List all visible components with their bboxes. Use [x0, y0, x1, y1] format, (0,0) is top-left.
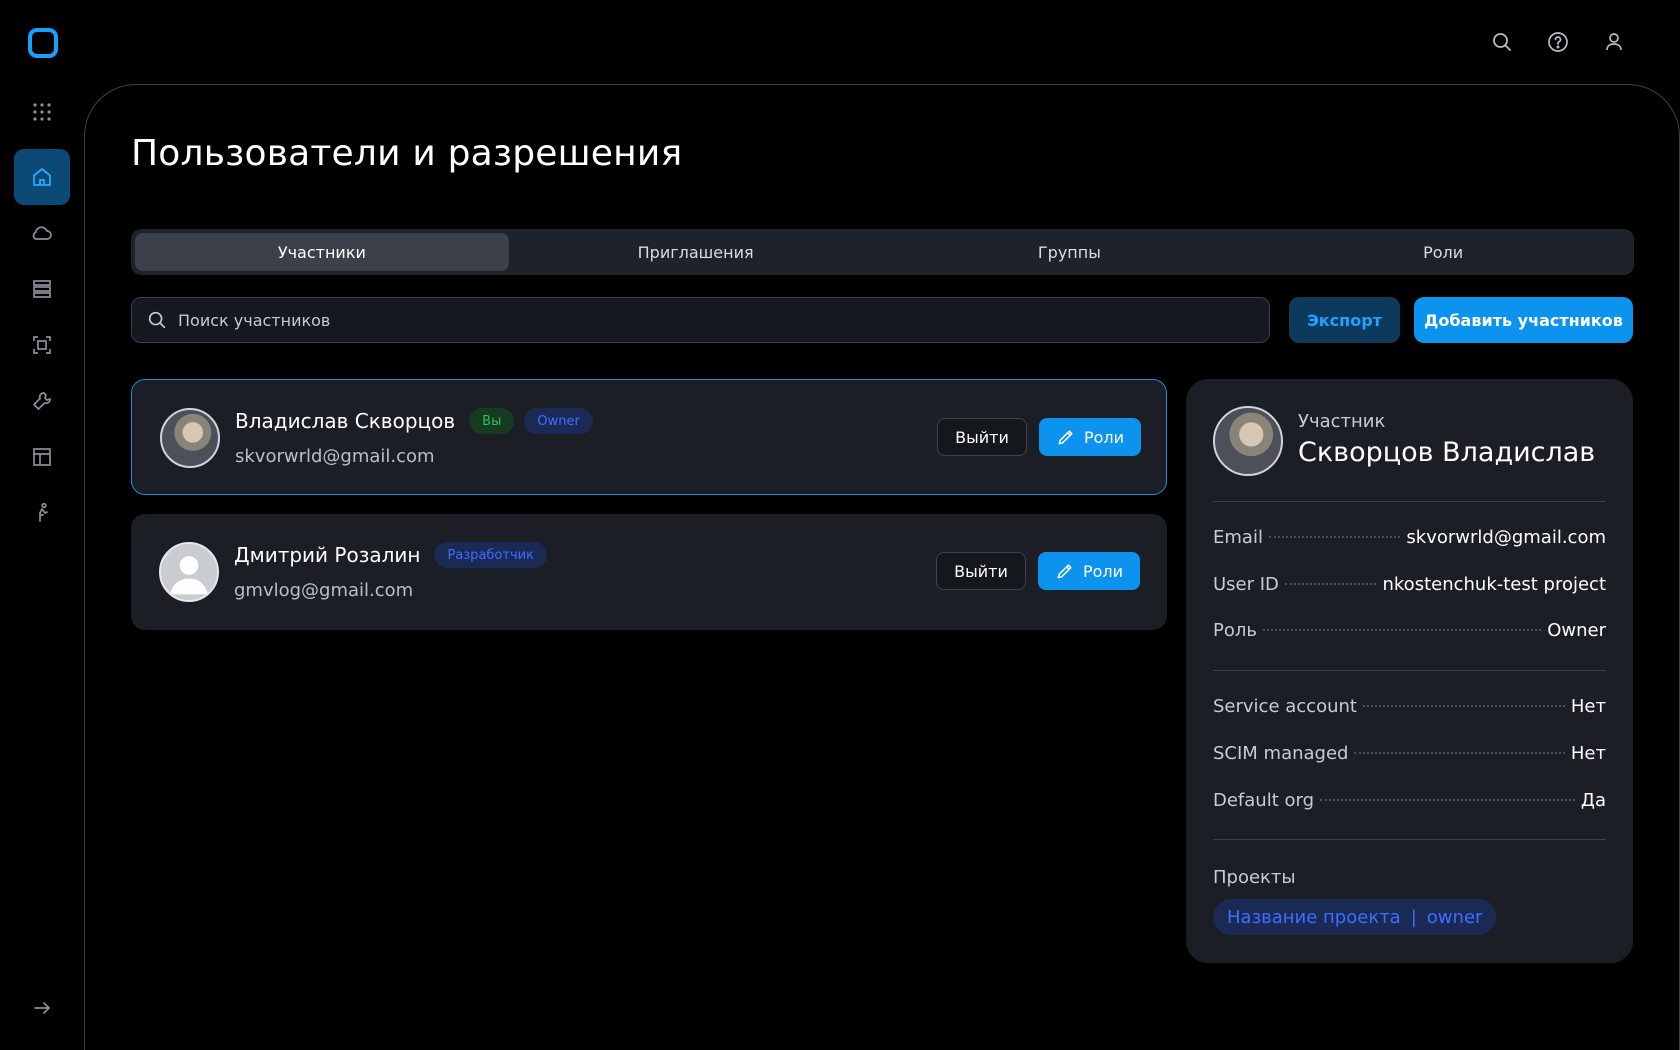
frame-icon	[33, 336, 51, 354]
detail-value: Да	[1580, 790, 1606, 811]
project-chip[interactable]: Название проекта | owner	[1213, 899, 1497, 935]
roles-button-label: Роли	[1083, 427, 1125, 447]
detail-row-service-account: Service account Нет	[1213, 696, 1606, 720]
detail-row-user-id: User ID nkostenchuk-test project	[1213, 574, 1606, 598]
projects-label: Проекты	[1213, 867, 1296, 888]
role-badge: Разработчик	[434, 542, 547, 568]
tools-icon	[32, 392, 51, 411]
member-details-panel: Участник Скворцов Владислав Email skvorw…	[1186, 379, 1633, 963]
cloud-icon	[32, 226, 52, 240]
details-name: Скворцов Владислав	[1298, 437, 1596, 468]
search-icon	[148, 311, 166, 329]
avatar	[159, 542, 219, 602]
detail-key: Email	[1213, 527, 1263, 548]
app-logo[interactable]	[28, 28, 58, 58]
profile-button[interactable]	[1600, 28, 1628, 56]
rail-item-cloud[interactable]	[14, 205, 70, 261]
detail-value: nkostenchuk-test project	[1382, 574, 1606, 595]
avatar	[160, 408, 220, 468]
help-button[interactable]	[1544, 28, 1572, 56]
divider	[1213, 839, 1606, 840]
search-box	[131, 297, 1270, 343]
detail-value: Нет	[1570, 743, 1606, 764]
detail-key: Default org	[1213, 790, 1315, 811]
project-name: Название проекта	[1227, 906, 1401, 928]
dot-leader	[1284, 583, 1377, 585]
member-name: Дмитрий Розалин	[234, 543, 421, 567]
leave-button[interactable]: Выйти	[936, 552, 1026, 590]
pencil-icon	[1058, 430, 1073, 445]
person-icon	[39, 502, 48, 522]
user-icon	[1606, 33, 1622, 51]
apps-grid-button[interactable]	[14, 84, 70, 140]
member-email: gmvlog@gmail.com	[234, 580, 414, 601]
detail-value: Нет	[1570, 696, 1606, 717]
details-role-label: Участник	[1298, 411, 1386, 432]
roles-button-label: Роли	[1082, 561, 1124, 581]
detail-key: Роль	[1213, 620, 1257, 641]
member-name: Владислав Скворцов	[235, 409, 456, 433]
tab-invitations[interactable]: Приглашения	[509, 233, 883, 271]
divider	[1213, 670, 1606, 671]
dot-leader	[1262, 629, 1542, 631]
tab-members[interactable]: Участники	[135, 233, 509, 271]
detail-key: Service account	[1213, 696, 1357, 717]
pencil-icon	[1057, 564, 1072, 579]
divider	[1213, 501, 1606, 502]
home-icon	[33, 168, 51, 186]
database-icon	[33, 280, 51, 298]
leave-button[interactable]: Выйти	[937, 418, 1027, 456]
search-input[interactable]	[178, 310, 1228, 330]
add-members-button[interactable]: Добавить участников	[1414, 297, 1633, 343]
dot-leader	[1354, 752, 1565, 754]
main-panel: Пользователи и разрешения Участники Приг…	[84, 84, 1680, 1050]
member-email: skvorwrld@gmail.com	[235, 446, 435, 467]
detail-value: Owner	[1547, 620, 1606, 641]
collapse-rail-button[interactable]	[14, 980, 70, 1036]
member-card[interactable]: Владислав Скворцов Вы Owner skvorwrld@gm…	[131, 379, 1167, 495]
role-badge: Owner	[524, 408, 593, 434]
rail-item-layout[interactable]	[14, 429, 70, 485]
rail-item-frame[interactable]	[14, 317, 70, 373]
detail-key: SCIM managed	[1213, 743, 1349, 764]
detail-value: skvorwrld@gmail.com	[1406, 527, 1606, 548]
tabs: Участники Приглашения Группы Роли	[131, 229, 1634, 275]
rail-item-person[interactable]	[14, 485, 70, 541]
default-user-icon	[170, 556, 208, 595]
roles-button[interactable]: Роли	[1039, 418, 1141, 456]
arrow-right-icon	[34, 1002, 51, 1014]
rail-item-home[interactable]	[14, 149, 70, 205]
detail-row-role: Роль Owner	[1213, 620, 1606, 644]
roles-button[interactable]: Роли	[1038, 552, 1140, 590]
layout-icon	[33, 448, 51, 466]
export-button[interactable]: Экспорт	[1289, 297, 1400, 343]
help-icon	[1548, 32, 1568, 52]
project-separator: |	[1410, 906, 1417, 928]
member-name-row: Дмитрий Розалин Разработчик	[234, 542, 557, 568]
rail-item-database[interactable]	[14, 261, 70, 317]
dot-leader	[1320, 799, 1575, 801]
dot-leader	[1268, 536, 1401, 538]
member-card[interactable]: Дмитрий Розалин Разработчик gmvlog@gmail…	[131, 514, 1167, 630]
rail-item-tools[interactable]	[14, 373, 70, 429]
detail-row-scim-managed: SCIM managed Нет	[1213, 743, 1606, 767]
member-name-row: Владислав Скворцов Вы Owner	[235, 408, 603, 434]
left-rail	[0, 0, 84, 1050]
tab-roles[interactable]: Роли	[1256, 233, 1630, 271]
avatar	[1213, 406, 1283, 476]
detail-key: User ID	[1213, 574, 1279, 595]
dot-leader	[1362, 705, 1565, 707]
apps-grid-icon	[33, 103, 51, 121]
tab-groups[interactable]: Группы	[883, 233, 1257, 271]
detail-row-email: Email skvorwrld@gmail.com	[1213, 527, 1606, 551]
you-badge: Вы	[469, 408, 515, 434]
search-button[interactable]	[1488, 28, 1516, 56]
page-title: Пользователи и разрешения	[131, 133, 683, 174]
project-role: owner	[1426, 906, 1483, 928]
search-icon	[1493, 33, 1511, 51]
detail-row-default-org: Default org Да	[1213, 790, 1606, 814]
